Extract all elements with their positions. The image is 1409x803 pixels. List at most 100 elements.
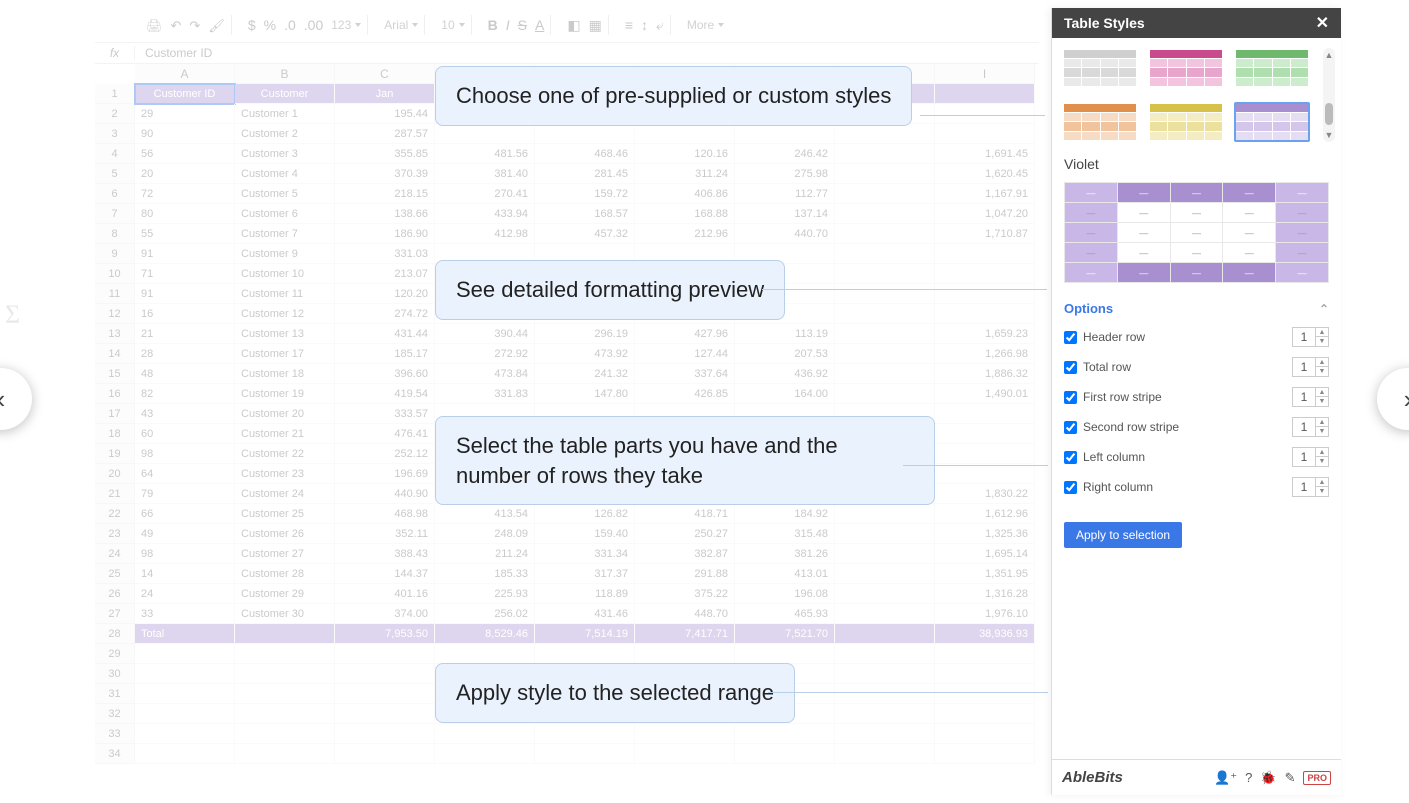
text-color-icon[interactable]: A <box>535 17 544 33</box>
cell[interactable] <box>835 564 935 584</box>
cell[interactable]: 287.57 <box>335 124 435 144</box>
row-number[interactable]: 29 <box>95 644 135 664</box>
row-number[interactable]: 28 <box>95 624 135 644</box>
cell[interactable]: 7,953.50 <box>335 624 435 644</box>
style-thumb-orange[interactable] <box>1062 102 1138 142</box>
cell[interactable]: 164.00 <box>735 384 835 404</box>
cell[interactable] <box>935 644 1035 664</box>
row-number[interactable]: 11 <box>95 284 135 304</box>
cell[interactable]: 14 <box>135 564 235 584</box>
cell[interactable] <box>335 664 435 684</box>
cell[interactable]: 71 <box>135 264 235 284</box>
cell[interactable]: 112.77 <box>735 184 835 204</box>
cell[interactable]: Customer 26 <box>235 524 335 544</box>
cell[interactable] <box>435 744 535 764</box>
cell[interactable]: 1,659.23 <box>935 324 1035 344</box>
cell[interactable] <box>935 264 1035 284</box>
cell[interactable] <box>835 624 935 644</box>
cell[interactable]: 352.11 <box>335 524 435 544</box>
cell[interactable] <box>735 744 835 764</box>
cell[interactable]: 8,529.46 <box>435 624 535 644</box>
cell[interactable] <box>335 704 435 724</box>
align-icon[interactable]: ≡ <box>625 17 633 33</box>
col-header[interactable]: B <box>235 64 335 84</box>
option-stepper[interactable]: 1▲▼ <box>1292 447 1329 467</box>
cell[interactable]: Customer 4 <box>235 164 335 184</box>
cell[interactable]: 473.84 <box>435 364 535 384</box>
cell[interactable]: 1,695.14 <box>935 544 1035 564</box>
cell[interactable] <box>835 584 935 604</box>
cell[interactable]: 1,490.01 <box>935 384 1035 404</box>
cell[interactable]: 436.92 <box>735 364 835 384</box>
row-number[interactable]: 10 <box>95 264 135 284</box>
cell[interactable]: 98 <box>135 444 235 464</box>
cell[interactable] <box>835 524 935 544</box>
cell[interactable] <box>835 344 935 364</box>
row-number[interactable]: 1 <box>95 84 135 104</box>
option-checkbox[interactable] <box>1064 421 1077 434</box>
cell[interactable]: Customer 1 <box>235 104 335 124</box>
cell[interactable]: 396.60 <box>335 364 435 384</box>
cell[interactable]: 118.89 <box>535 584 635 604</box>
cell[interactable]: 291.88 <box>635 564 735 584</box>
cell[interactable] <box>835 304 935 324</box>
row-number[interactable]: 13 <box>95 324 135 344</box>
cell[interactable]: 138.66 <box>335 204 435 224</box>
cell[interactable]: 168.88 <box>635 204 735 224</box>
cell[interactable] <box>635 744 735 764</box>
row-number[interactable]: 33 <box>95 724 135 744</box>
cell[interactable] <box>835 684 935 704</box>
cell[interactable]: 256.02 <box>435 604 535 624</box>
cell[interactable] <box>335 724 435 744</box>
cell[interactable]: 401.16 <box>335 584 435 604</box>
cell[interactable]: 315.48 <box>735 524 835 544</box>
option-stepper[interactable]: 1▲▼ <box>1292 327 1329 347</box>
cell[interactable] <box>935 304 1035 324</box>
cell[interactable]: 7,521.70 <box>735 624 835 644</box>
apply-button[interactable]: Apply to selection <box>1064 522 1182 548</box>
row-number[interactable]: 12 <box>95 304 135 324</box>
cell[interactable]: 413.54 <box>435 504 535 524</box>
prev-slide-button[interactable]: ‹ <box>0 368 32 430</box>
cell[interactable] <box>835 604 935 624</box>
cell[interactable]: 281.45 <box>535 164 635 184</box>
cell[interactable]: 20 <box>135 164 235 184</box>
row-number[interactable]: 24 <box>95 544 135 564</box>
cell[interactable]: Customer 3 <box>235 144 335 164</box>
cell[interactable] <box>335 644 435 664</box>
scroll-down-icon[interactable] <box>1323 128 1335 142</box>
cell[interactable]: 91 <box>135 284 235 304</box>
cell[interactable]: 1,612.96 <box>935 504 1035 524</box>
row-number[interactable]: 3 <box>95 124 135 144</box>
style-thumb-magenta[interactable] <box>1148 48 1224 88</box>
undo-icon[interactable] <box>171 17 182 34</box>
valign-icon[interactable]: ↕ <box>641 17 648 33</box>
cell[interactable]: 185.33 <box>435 564 535 584</box>
cell[interactable] <box>835 264 935 284</box>
cell[interactable] <box>935 84 1035 104</box>
cell[interactable]: 90 <box>135 124 235 144</box>
cell[interactable]: 7,417.71 <box>635 624 735 644</box>
cell[interactable]: Customer 5 <box>235 184 335 204</box>
option-stepper[interactable]: 1▲▼ <box>1292 477 1329 497</box>
cell[interactable] <box>935 684 1035 704</box>
row-number[interactable]: 4 <box>95 144 135 164</box>
cell[interactable] <box>435 124 535 144</box>
cell[interactable] <box>135 704 235 724</box>
cell[interactable] <box>835 744 935 764</box>
row-number[interactable]: 30 <box>95 664 135 684</box>
cell[interactable] <box>935 404 1035 424</box>
option-stepper[interactable]: 1▲▼ <box>1292 357 1329 377</box>
cell[interactable]: Customer 11 <box>235 284 335 304</box>
option-checkbox[interactable] <box>1064 451 1077 464</box>
cell[interactable]: 381.26 <box>735 544 835 564</box>
sigma-icon[interactable]: Σ <box>5 300 20 330</box>
cell[interactable] <box>635 724 735 744</box>
row-number[interactable]: 31 <box>95 684 135 704</box>
cell[interactable]: Customer ID <box>135 84 235 104</box>
cell[interactable]: 337.64 <box>635 364 735 384</box>
cell[interactable]: 7,514.19 <box>535 624 635 644</box>
cell[interactable]: Customer 2 <box>235 124 335 144</box>
cell[interactable]: 374.00 <box>335 604 435 624</box>
cell[interactable]: 433.94 <box>435 204 535 224</box>
